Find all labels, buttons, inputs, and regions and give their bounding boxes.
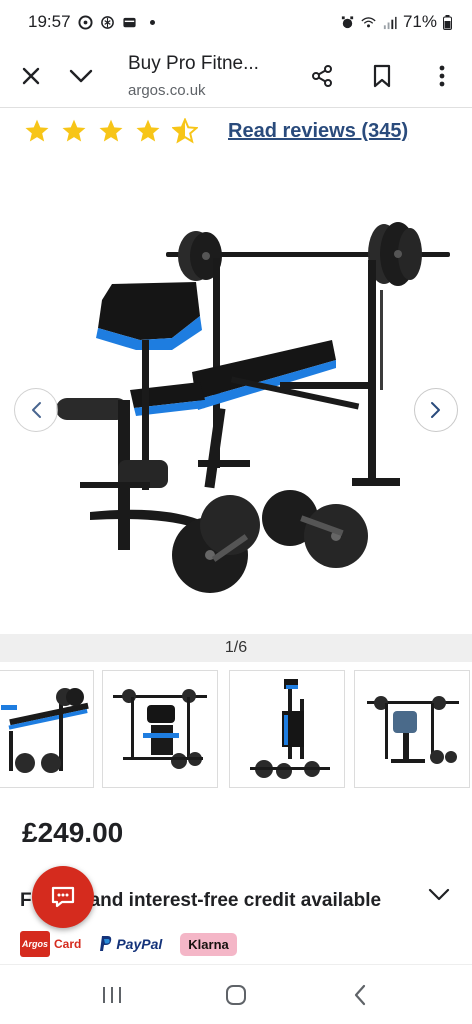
previous-image-button[interactable]: [14, 388, 58, 432]
more-notifications-dot: [149, 19, 155, 25]
star-full-icon: [25, 119, 49, 142]
product-price: £249.00: [22, 817, 124, 848]
thumbnail-strip: [0, 670, 472, 790]
chevron-down-icon: [428, 888, 450, 901]
image-counter: 1/6: [224, 639, 248, 656]
thumbnail-image: [367, 696, 459, 764]
paypal-text: PayPal: [116, 936, 163, 952]
credit-text: and interest-free credit available: [89, 890, 382, 911]
chevron-left-icon: [32, 402, 41, 418]
close-icon: [22, 67, 40, 84]
bookmark-button[interactable]: [360, 54, 404, 98]
chevron-right-icon: [431, 402, 440, 418]
close-tab-button[interactable]: [9, 54, 53, 98]
bookmark-icon: [373, 64, 391, 87]
star-full-icon: [136, 119, 160, 142]
page-title: Buy Pro Fitne...: [128, 52, 259, 74]
credit-accordion[interactable]: F and interest-free credit available: [20, 866, 460, 928]
back-button[interactable]: [340, 975, 380, 1015]
battery-icon: [443, 14, 452, 30]
star-full-icon: [99, 119, 123, 142]
read-reviews-link[interactable]: Read reviews (345): [228, 120, 408, 143]
app-notification-icon: [78, 14, 93, 30]
wallet-icon: [122, 17, 136, 27]
argos-logo: Argos: [20, 931, 50, 957]
argos-card-label: Card: [54, 937, 82, 951]
home-icon: [226, 984, 246, 1005]
klarna-logo: Klarna: [180, 932, 237, 956]
browser-toolbar: Buy Pro Fitne... argos.co.uk: [0, 44, 472, 108]
argos-card-logo: Argos Card: [20, 931, 81, 957]
share-icon: [312, 64, 332, 87]
thumbnail-image: [250, 679, 330, 779]
minimize-button[interactable]: [59, 54, 103, 98]
image-counter-bar: 1/6: [0, 634, 472, 662]
rating-row: Read reviews (345): [24, 118, 408, 144]
status-bar: 19:57 71%: [0, 0, 472, 44]
star-half-icon: [172, 118, 198, 144]
paypal-logo: PayPal: [99, 935, 162, 953]
thumbnail-image: [1, 688, 89, 773]
product-image-carousel[interactable]: [0, 160, 472, 634]
chat-button[interactable]: [32, 866, 94, 928]
payment-methods: Argos Card PayPal Klarna: [20, 931, 237, 957]
signal-icon: [383, 16, 397, 29]
back-icon: [354, 984, 366, 1005]
page-title-block: Buy Pro Fitne... argos.co.uk: [128, 53, 259, 99]
star-full-icon: [62, 119, 86, 142]
home-button[interactable]: [216, 975, 256, 1015]
more-options-button[interactable]: [420, 54, 464, 98]
expand-credit-button[interactable]: [428, 888, 450, 907]
recent-apps-icon: [103, 986, 121, 1003]
chevron-down-icon: [69, 69, 93, 82]
next-image-button[interactable]: [414, 388, 458, 432]
star-rating: [24, 118, 198, 144]
battery-percent: 71%: [402, 12, 437, 31]
thumbnail-3[interactable]: [229, 670, 345, 788]
status-time: 19:57: [28, 12, 71, 31]
thumbnail-1[interactable]: [0, 670, 94, 788]
share-button[interactable]: [300, 54, 344, 98]
system-nav-bar: [0, 964, 472, 1024]
chatgpt-icon: [100, 15, 114, 29]
page-url: argos.co.uk: [128, 81, 206, 99]
more-vert-icon: [439, 65, 445, 86]
alarm-icon: [341, 15, 354, 28]
paypal-icon: [100, 936, 112, 951]
chat-icon: [51, 886, 75, 908]
weight-bench-image: [56, 222, 450, 593]
thumbnail-image: [113, 689, 207, 769]
credit-text-prefix: F: [20, 890, 32, 911]
thumbnail-4[interactable]: [354, 670, 470, 788]
thumbnail-2[interactable]: [102, 670, 218, 788]
wifi-calling-icon: [361, 16, 376, 27]
recent-apps-button[interactable]: [92, 975, 132, 1015]
